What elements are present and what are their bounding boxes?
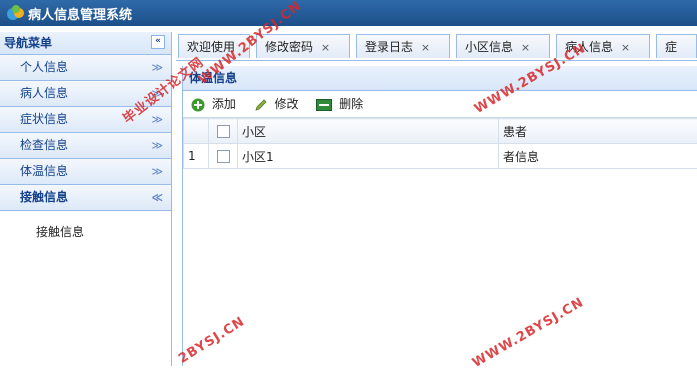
- panel-title: 体温信息: [183, 66, 697, 91]
- sidebar-title: 导航菜单: [4, 36, 52, 50]
- column-header-community[interactable]: 小区: [238, 119, 499, 144]
- tab-label: 症: [665, 40, 677, 54]
- select-all-checkbox-cell: [209, 119, 238, 144]
- menu-item-label: 接触信息: [20, 190, 68, 204]
- data-grid: 小区 患者 1 小区1 者信息: [183, 118, 697, 169]
- menu-item-label: 病人信息: [20, 86, 68, 100]
- pencil-icon: [254, 98, 268, 112]
- menu-item-personal-info[interactable]: 个人信息 ≫: [0, 55, 171, 81]
- toolbar: 添加 修改 删除: [183, 91, 697, 118]
- chevron-down-icon: ≫: [151, 55, 163, 80]
- submenu-contact-info[interactable]: 接触信息: [0, 211, 171, 253]
- tab-login-log[interactable]: 登录日志 ×: [356, 34, 450, 58]
- collapse-sidebar-button[interactable]: «: [151, 35, 165, 49]
- menu-item-label: 症状信息: [20, 112, 68, 126]
- delete-icon: [316, 99, 332, 111]
- sidebar: 导航菜单 « 个人信息 ≫ 病人信息 ≫ 症状信息 ≫ 检查信息 ≫ 体温信息 …: [0, 32, 172, 366]
- menu-item-temperature-info[interactable]: 体温信息 ≫: [0, 159, 171, 185]
- menu-item-label: 体温信息: [20, 164, 68, 178]
- tab-label: 小区信息: [465, 40, 513, 54]
- column-header-patient[interactable]: 患者: [499, 119, 697, 144]
- close-icon[interactable]: ×: [321, 41, 330, 54]
- delete-label: 删除: [339, 97, 363, 111]
- app-header: 病人信息管理系统: [0, 0, 697, 26]
- tab-community-info[interactable]: 小区信息 ×: [456, 34, 550, 58]
- menu-item-label: 个人信息: [20, 60, 68, 74]
- row-number: 1: [184, 144, 209, 169]
- menu-item-contact-info[interactable]: 接触信息 ≪: [0, 185, 171, 211]
- row-checkbox-cell: [209, 144, 238, 169]
- edit-label: 修改: [275, 97, 299, 111]
- cell-community: 小区1: [238, 144, 499, 169]
- close-icon[interactable]: ×: [421, 41, 430, 54]
- add-label: 添加: [212, 97, 236, 111]
- select-all-checkbox[interactable]: [217, 125, 230, 138]
- sidebar-header: 导航菜单 «: [0, 32, 171, 55]
- app-title: 病人信息管理系统: [28, 4, 132, 23]
- add-icon: [191, 98, 205, 112]
- chevron-down-icon: ≫: [151, 159, 163, 184]
- temperature-panel: 体温信息 添加 修改 删除: [182, 66, 697, 366]
- chevron-down-icon: ≫: [151, 107, 163, 132]
- table-row[interactable]: 1 小区1 者信息: [184, 144, 697, 169]
- chevron-up-icon: ≪: [151, 185, 163, 210]
- cell-patient: 者信息: [499, 144, 697, 169]
- tab-symptom-info[interactable]: 症: [656, 34, 697, 58]
- row-number-header: [184, 119, 209, 144]
- chevron-down-icon: ≫: [151, 133, 163, 158]
- tab-change-password[interactable]: 修改密码 ×: [256, 34, 350, 58]
- delete-button[interactable]: 删除: [316, 91, 363, 117]
- menu-item-exam-info[interactable]: 检查信息 ≫: [0, 133, 171, 159]
- tab-label: 修改密码: [265, 40, 313, 54]
- close-icon[interactable]: ×: [521, 41, 530, 54]
- edit-button[interactable]: 修改: [254, 91, 299, 117]
- close-icon[interactable]: ×: [621, 41, 630, 54]
- menu-item-label: 检查信息: [20, 138, 68, 152]
- grid-header-row: 小区 患者: [184, 119, 697, 144]
- submenu-item-label: 接触信息: [36, 225, 84, 239]
- app-logo-icon: [6, 4, 26, 22]
- add-button[interactable]: 添加: [191, 91, 236, 117]
- row-checkbox[interactable]: [217, 150, 230, 163]
- tab-label: 登录日志: [365, 40, 413, 54]
